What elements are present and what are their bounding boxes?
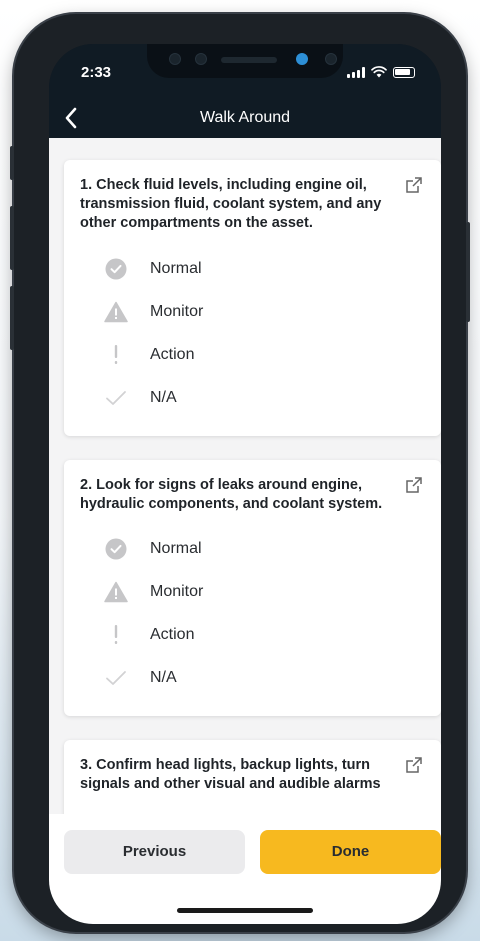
option-label: Monitor (150, 583, 204, 600)
status-icons (347, 66, 415, 78)
external-link-icon[interactable] (405, 176, 423, 194)
camera-icon (296, 53, 308, 65)
option-label: Monitor (150, 303, 204, 320)
notch (147, 44, 343, 78)
previous-button[interactable]: Previous (64, 830, 245, 874)
mute-switch (10, 146, 14, 180)
battery-icon (393, 66, 415, 78)
exclamation-icon (104, 343, 128, 367)
checklist-card: 1. Check fluid levels, including engine … (64, 160, 441, 436)
checkmark-icon (104, 386, 128, 410)
option-normal[interactable]: Normal (104, 535, 202, 563)
option-label: N/A (150, 669, 177, 686)
checklist-card: 3. Confirm head lights, backup lights, t… (64, 740, 441, 814)
page-title: Walk Around (199, 109, 291, 126)
checklist-item-text: 3. Confirm head lights, backup lights, t… (80, 757, 381, 792)
screen: 2:33 Walk Around 1. Check fluid levels, … (49, 44, 441, 924)
checklist-item-text: 2. Look for signs of leaks around engine… (80, 477, 383, 512)
power-button (466, 222, 470, 322)
option-na[interactable]: N/A (104, 664, 177, 692)
wifi-icon (371, 66, 387, 78)
sensor-icon (195, 53, 207, 65)
status-time: 2:33 (81, 64, 112, 81)
checklist-list[interactable]: 1. Check fluid levels, including engine … (49, 138, 441, 814)
option-action[interactable]: Action (104, 621, 194, 649)
option-label: N/A (150, 389, 177, 406)
option-label: Normal (150, 260, 202, 277)
option-monitor[interactable]: Monitor (104, 298, 203, 326)
external-link-icon[interactable] (405, 476, 423, 494)
checklist-item-text: 1. Check fluid levels, including engine … (80, 177, 382, 231)
volume-down-button (10, 286, 14, 350)
checklist-card: 2. Look for signs of leaks around engine… (64, 460, 441, 716)
exclamation-icon (104, 623, 128, 647)
done-button[interactable]: Done (260, 830, 441, 874)
sensor-icon (325, 53, 337, 65)
option-monitor[interactable]: Monitor (104, 578, 203, 606)
warning-triangle-icon (104, 300, 128, 324)
warning-triangle-icon (104, 580, 128, 604)
option-normal[interactable]: Normal (104, 255, 202, 283)
phone-frame: 2:33 Walk Around 1. Check fluid levels, … (10, 14, 470, 932)
speaker-grille (221, 57, 277, 63)
check-circle-icon (104, 537, 128, 561)
cellular-signal-icon (347, 66, 365, 78)
home-indicator[interactable] (177, 908, 313, 913)
status-bar: 2:33 (49, 44, 441, 104)
check-circle-icon (104, 257, 128, 281)
volume-up-button (10, 206, 14, 270)
option-label: Action (150, 626, 195, 643)
sensor-icon (169, 53, 181, 65)
checkmark-icon (104, 666, 128, 690)
external-link-icon[interactable] (405, 756, 423, 774)
option-label: Action (150, 346, 195, 363)
option-na[interactable]: N/A (104, 384, 177, 412)
nav-bar: Walk Around (49, 104, 441, 138)
option-action[interactable]: Action (104, 341, 194, 369)
footer-bar: Previous Done (49, 814, 441, 924)
option-label: Normal (150, 540, 202, 557)
